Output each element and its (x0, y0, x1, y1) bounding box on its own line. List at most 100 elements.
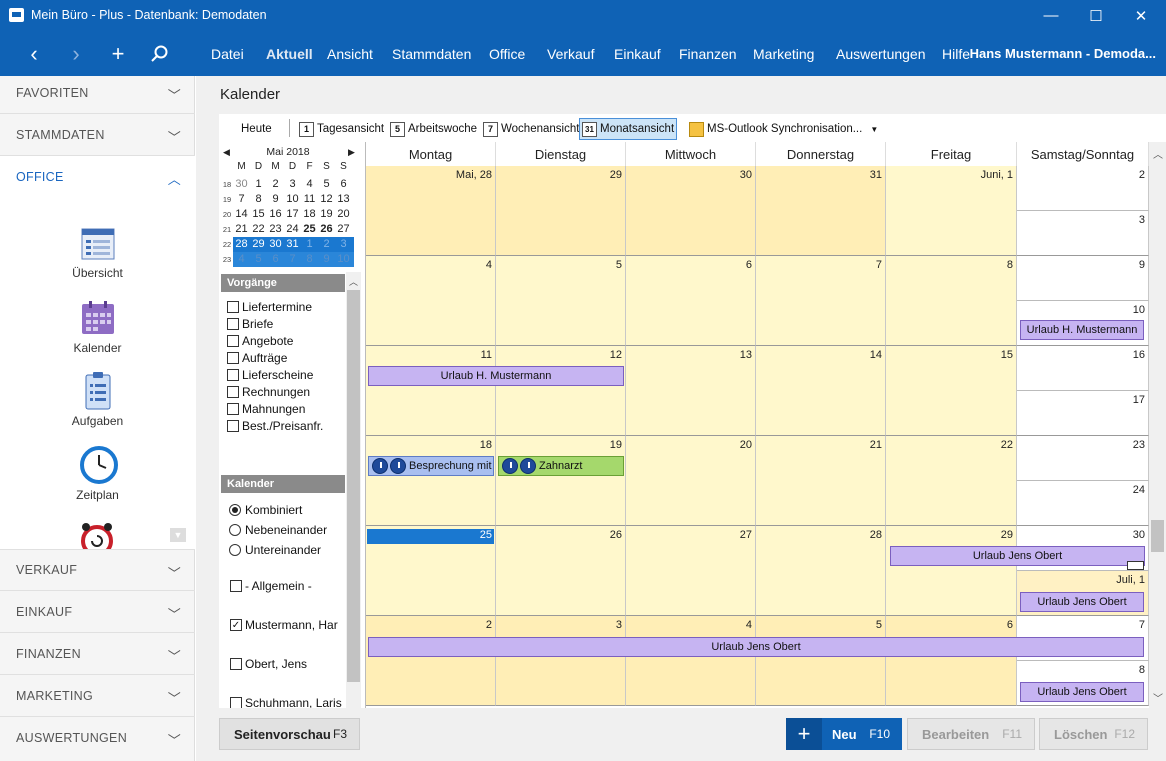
day-cell[interactable]: 5 (496, 256, 626, 346)
day-cell[interactable]: 21 (756, 436, 886, 526)
vorgaenge-checkbox[interactable]: Briefe (227, 317, 273, 331)
calendar-checkbox[interactable]: ✓ Mustermann, Har (230, 618, 345, 632)
menu-auswertungen[interactable]: Auswertungen (836, 31, 926, 76)
sidebar-item-zeitplan[interactable]: Zeitplan (0, 446, 195, 502)
sidebar-section-auswertungen[interactable]: AUSWERTUNGEN ﹀ (0, 717, 195, 759)
scroll-down-icon[interactable]: ▼ (170, 528, 186, 542)
radio-icon[interactable] (229, 544, 241, 556)
mini-calendar-day[interactable]: 12 (318, 192, 335, 207)
calendar-event[interactable]: Urlaub Jens Obert (1020, 682, 1144, 702)
checkbox-icon[interactable] (227, 301, 239, 313)
mini-calendar-day[interactable]: 24 (284, 222, 301, 237)
mini-calendar-day[interactable]: 2 (267, 177, 284, 192)
menu-datei[interactable]: Datei (211, 31, 244, 76)
day-cell[interactable]: 18 (366, 436, 496, 526)
minimize-icon[interactable]: — (1028, 0, 1074, 31)
user-name[interactable]: Hans Mustermann - Demoda... (970, 31, 1156, 76)
mini-calendar-day[interactable]: 8 (301, 252, 318, 267)
day-cell[interactable]: 14 (756, 346, 886, 436)
mini-calendar-day[interactable]: 28 (233, 237, 250, 252)
vorgaenge-checkbox[interactable]: Angebote (227, 334, 293, 348)
day-cell[interactable]: 28 (756, 526, 886, 616)
saturday-cell[interactable]: 9 (1017, 256, 1149, 301)
mini-calendar-day[interactable]: 2 (318, 237, 335, 252)
checkbox-icon[interactable] (227, 318, 239, 330)
day-cell[interactable]: 30 (626, 166, 756, 256)
calendar-event[interactable]: Zahnarzt (498, 456, 624, 476)
mini-calendar-day[interactable]: 17 (284, 207, 301, 222)
mini-calendar-day[interactable]: 10 (284, 192, 301, 207)
mini-calendar-day[interactable]: 10 (335, 252, 352, 267)
checkbox-icon[interactable]: ✓ (230, 619, 242, 631)
sunday-cell[interactable]: 17 (1017, 391, 1149, 436)
mini-calendar-day[interactable]: 7 (233, 192, 250, 207)
next-month-icon[interactable]: ▶ (348, 147, 355, 158)
search-icon[interactable] (139, 31, 181, 76)
mini-calendar-day[interactable]: 23 (267, 222, 284, 237)
vorgaenge-checkbox[interactable]: Liefertermine (227, 300, 312, 314)
mini-calendar-day[interactable]: 5 (318, 177, 335, 192)
mini-calendar-day[interactable]: 31 (284, 237, 301, 252)
menu-office[interactable]: Office (489, 31, 525, 76)
sunday-cell[interactable]: 24 (1017, 481, 1149, 526)
mini-calendar-day[interactable]: 1 (250, 177, 267, 192)
calendar-mode-radio[interactable]: Nebeneinander (229, 523, 327, 537)
mini-calendar-day[interactable]: 3 (284, 177, 301, 192)
add-icon[interactable]: + (97, 31, 139, 76)
day-cell[interactable]: 15 (886, 346, 1017, 436)
sidebar-item-aufgaben[interactable]: Aufgaben (0, 372, 195, 428)
scroll-up-icon[interactable]: ︿ (349, 275, 358, 288)
day-cell[interactable]: 12 (496, 346, 626, 436)
mini-calendar-day[interactable]: 8 (250, 192, 267, 207)
mini-calendar-day[interactable]: 6 (335, 177, 352, 192)
mini-calendar-day[interactable]: 15 (250, 207, 267, 222)
calendar-event[interactable]: Urlaub H. Mustermann (1020, 320, 1144, 340)
checkbox-icon[interactable] (230, 658, 242, 670)
menu-ansicht[interactable]: Ansicht (327, 31, 373, 76)
mini-calendar-day[interactable]: 22 (250, 222, 267, 237)
day-cell[interactable]: 13 (626, 346, 756, 436)
sidebar-section-einkauf[interactable]: EINKAUF ﹀ (0, 591, 195, 633)
calendar-scrollbar[interactable]: ︿ ﹀ (1149, 142, 1166, 708)
day-cell[interactable]: 29 (496, 166, 626, 256)
mini-calendar-day[interactable]: 9 (318, 252, 335, 267)
sidebar-section-stammdaten[interactable]: STAMMDATEN ﹀ (0, 114, 195, 156)
radio-icon[interactable] (229, 504, 241, 516)
mini-calendar-day[interactable]: 6 (267, 252, 284, 267)
day-cell[interactable]: Juni, 1 (886, 166, 1017, 256)
scrollbar-thumb[interactable] (347, 290, 360, 682)
sidebar-section-marketing[interactable]: MARKETING ﹀ (0, 675, 195, 717)
calendar-mode-radio[interactable]: Kombiniert (229, 503, 302, 517)
mini-calendar-day[interactable]: 29 (250, 237, 267, 252)
sunday-cell[interactable]: 3 (1017, 211, 1149, 256)
vorgaenge-checkbox[interactable]: Best./Preisanfr. (227, 419, 323, 433)
day-cell[interactable]: Mai, 28 (366, 166, 496, 256)
checkbox-icon[interactable] (227, 335, 239, 347)
mini-calendar-day[interactable]: 20 (335, 207, 352, 222)
calendar-event[interactable]: Urlaub Jens Obert (368, 637, 1144, 657)
menu-aktuell[interactable]: Aktuell (266, 31, 313, 76)
calendar-checkbox[interactable]: - Allgemein - (230, 579, 345, 593)
checkbox-icon[interactable] (227, 403, 239, 415)
menu-verkauf[interactable]: Verkauf (547, 31, 594, 76)
back-icon[interactable]: ‹ (13, 31, 55, 76)
mini-calendar-day[interactable]: 1 (301, 237, 318, 252)
close-icon[interactable]: ✕ (1118, 0, 1164, 31)
new-button[interactable]: + Neu F10 (786, 718, 902, 750)
vorgaenge-checkbox[interactable]: Rechnungen (227, 385, 310, 399)
day-view-button[interactable]: 1 Tagesansicht (297, 118, 386, 140)
mini-calendar-day[interactable]: 5 (250, 252, 267, 267)
calendar-event[interactable]: Urlaub H. Mustermann (368, 366, 624, 386)
checkbox-icon[interactable] (227, 386, 239, 398)
day-cell[interactable]: 19 (496, 436, 626, 526)
day-cell[interactable]: 31 (756, 166, 886, 256)
day-cell[interactable]: 27 (626, 526, 756, 616)
vorgaenge-checkbox[interactable]: Mahnungen (227, 402, 305, 416)
mini-calendar-day[interactable]: 30 (267, 237, 284, 252)
checkbox-icon[interactable] (230, 580, 242, 592)
mini-calendar-day[interactable]: 27 (335, 222, 352, 237)
menu-hilfe[interactable]: Hilfe (942, 31, 970, 76)
vorgaenge-checkbox[interactable]: Lieferscheine (227, 368, 313, 382)
today-button[interactable]: Heute (239, 118, 274, 140)
edit-button[interactable]: Bearbeiten F11 (907, 718, 1035, 750)
